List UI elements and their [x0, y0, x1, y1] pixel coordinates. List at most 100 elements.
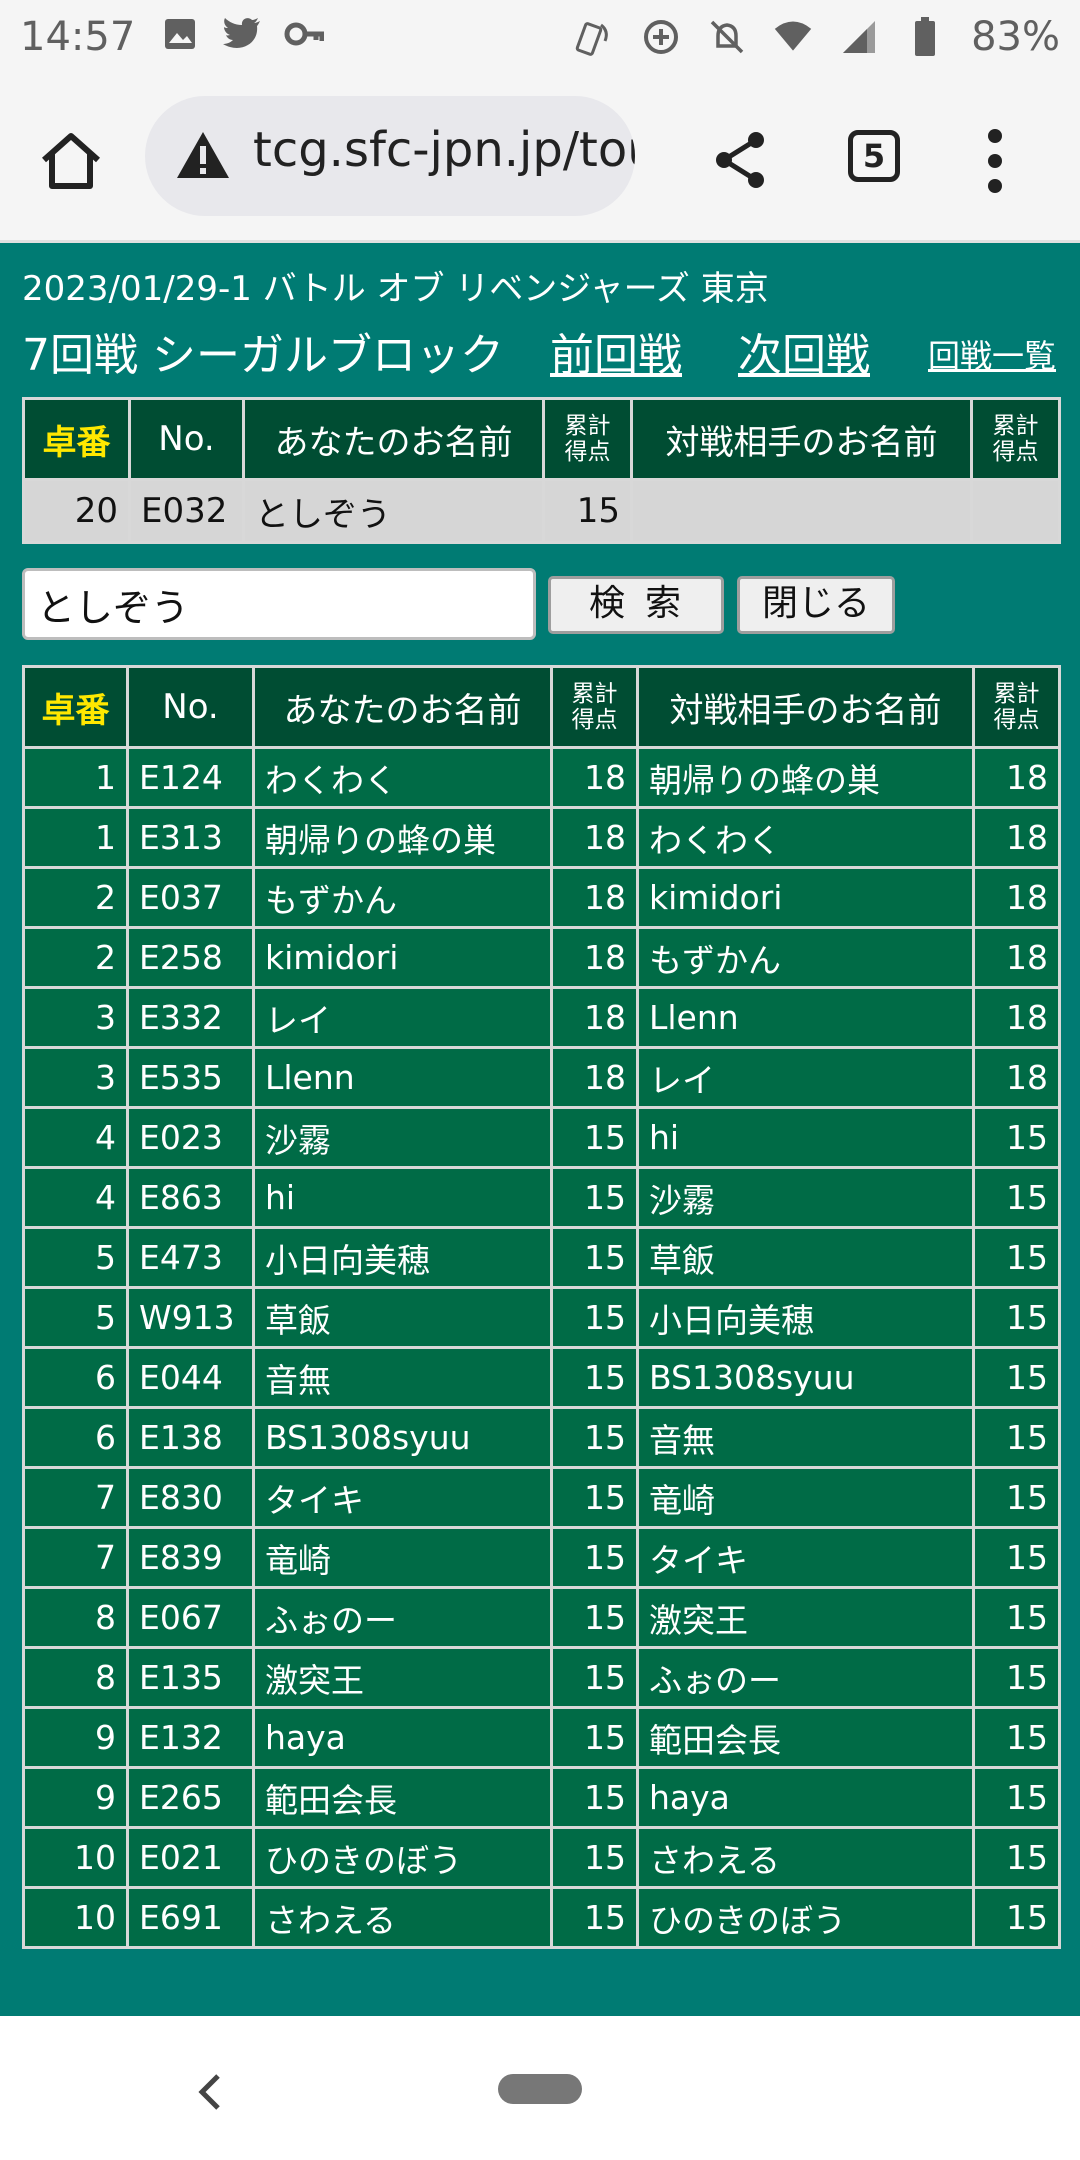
cell-no: E037	[126, 866, 255, 929]
cell-opp-score: 18	[972, 926, 1061, 989]
back-icon[interactable]	[196, 2072, 224, 2112]
cell-no: E863	[126, 1166, 255, 1229]
cell-score: 15	[550, 1706, 639, 1769]
cell-opp-name: ひのきのぼう	[636, 1886, 975, 1949]
url-text: tcg.sfc-jpn.jp/tou	[253, 122, 635, 178]
cell-opp-score: 15	[972, 1826, 1061, 1889]
search-button[interactable]: 検索	[548, 576, 724, 634]
cell-opp-name: 竜崎	[636, 1466, 975, 1529]
cell-no: E313	[126, 806, 255, 869]
cell-name: 草飯	[252, 1286, 553, 1349]
cell-name: 小日向美穂	[252, 1226, 553, 1289]
home-icon[interactable]	[36, 126, 106, 196]
cell-no: E258	[126, 926, 255, 989]
twitter-icon	[222, 14, 262, 54]
table-row: 7 E839 竜崎 15 タイキ 15	[22, 1526, 1061, 1589]
col-no: No.	[128, 397, 245, 481]
cell-opp-name: さわえる	[636, 1826, 975, 1889]
table-row: 2 E258 kimidori 18 もずかん 18	[22, 926, 1061, 989]
cell-seat: 1	[22, 746, 129, 809]
cell-seat: 4	[22, 1166, 129, 1229]
table-row: 10 E021 ひのきのぼう 15 さわえる 15	[22, 1826, 1061, 1889]
cell-opp-name: Llenn	[636, 986, 975, 1049]
address-bar[interactable]: tcg.sfc-jpn.jp/tou	[145, 96, 635, 216]
image-icon	[160, 14, 200, 54]
cell-seat: 3	[22, 1046, 129, 1109]
cell-opp-score: 15	[972, 1886, 1061, 1949]
cell-opp-name: タイキ	[636, 1526, 975, 1589]
cell-no: E473	[126, 1226, 255, 1289]
cell-name: 朝帰りの蜂の巣	[252, 806, 553, 869]
cell-opp-name: 激突王	[636, 1586, 975, 1649]
cell-no: E032	[128, 478, 245, 544]
table-row: 3 E535 Llenn 18 レイ 18	[22, 1046, 1061, 1109]
warning-icon[interactable]	[175, 130, 231, 180]
wifi-icon	[773, 17, 813, 57]
cell-seat: 1	[22, 806, 129, 869]
cell-score: 15	[550, 1826, 639, 1889]
cell-name: わくわく	[252, 746, 553, 809]
cell-opp-score: 15	[972, 1286, 1061, 1349]
cell-opp-score: 15	[972, 1106, 1061, 1169]
cell-opp-score: 15	[972, 1226, 1061, 1289]
cell-opp-score: 18	[972, 746, 1061, 809]
cell-name: 音無	[252, 1346, 553, 1409]
cell-score: 15	[550, 1586, 639, 1649]
cell-opp-score: 18	[972, 806, 1061, 869]
cell-seat: 10	[22, 1826, 129, 1889]
table-row: 5 W913 草飯 15 小日向美穂 15	[22, 1286, 1061, 1349]
cell-opp-name: hi	[636, 1106, 975, 1169]
cell-seat: 3	[22, 986, 129, 1049]
table-row: 1 E124 わくわく 18 朝帰りの蜂の巣 18	[22, 746, 1061, 809]
col-your-name: あなたのお名前	[252, 665, 553, 749]
cell-score: 15	[550, 1346, 639, 1409]
table-row: 2 E037 もずかん 18 kimidori 18	[22, 866, 1061, 929]
cell-opp-score: 15	[972, 1526, 1061, 1589]
cell-opp-score: 15	[972, 1406, 1061, 1469]
cell-score: 15	[550, 1766, 639, 1829]
col-score: 累計 得点	[550, 665, 639, 749]
cell-opp-name: レイ	[636, 1046, 975, 1109]
col-score: 累計 得点	[542, 397, 633, 481]
cell-opp-score: 15	[972, 1346, 1061, 1409]
table-row: 6 E138 BS1308syuu 15 音無 15	[22, 1406, 1061, 1469]
cell-score: 15	[542, 478, 633, 544]
cell-no: E135	[126, 1646, 255, 1709]
table-row: 8 E067 ふぉのー 15 激突王 15	[22, 1586, 1061, 1649]
cell-opp-name: BS1308syuu	[636, 1346, 975, 1409]
tab-switcher-button[interactable]: 5	[848, 130, 900, 182]
cell-seat: 4	[22, 1106, 129, 1169]
pairings-table: 卓番 No. あなたのお名前 累計 得点 対戦相手のお名前 累計 得点 1 E124 わ…	[22, 665, 1061, 1949]
cell-opp-score: 15	[972, 1586, 1061, 1649]
table-row: 1 E313 朝帰りの蜂の巣 18 わくわく 18	[22, 806, 1061, 869]
cell-name: 竜崎	[252, 1526, 553, 1589]
event-title: 2023/01/29-1 バトル オブ リベンジャーズ 東京	[22, 269, 769, 309]
cell-no: E044	[126, 1346, 255, 1409]
vpn-key-icon	[284, 14, 324, 54]
cell-no: E535	[126, 1046, 255, 1109]
cell-score: 15	[550, 1466, 639, 1529]
more-vert-icon[interactable]	[985, 128, 1005, 194]
cell-opp-name	[630, 478, 973, 544]
page-content: 2023/01/29-1 バトル オブ リベンジャーズ 東京 7回戦 シーガルブ…	[0, 243, 1080, 2016]
prev-round-link[interactable]: 前回戦	[550, 319, 682, 383]
cell-no: E067	[126, 1586, 255, 1649]
cell-no: E124	[126, 746, 255, 809]
cell-no: E265	[126, 1766, 255, 1829]
cell-seat: 20	[22, 478, 131, 544]
cell-seat: 9	[22, 1766, 129, 1829]
cell-name: hi	[252, 1166, 553, 1229]
my-row: 20 E032 としぞう 15	[22, 478, 1061, 544]
cell-score: 18	[550, 986, 639, 1049]
cell-opp-name: ふぉのー	[636, 1646, 975, 1709]
share-icon[interactable]	[712, 130, 768, 190]
nfc-icon	[575, 17, 615, 57]
close-button[interactable]: 閉じる	[737, 576, 895, 634]
search-input[interactable]	[22, 568, 536, 640]
round-list-link[interactable]: 回戦一覧	[928, 331, 1056, 377]
table-row: 4 E023 沙霧 15 hi 15	[22, 1106, 1061, 1169]
home-pill[interactable]	[498, 2074, 582, 2104]
next-round-link[interactable]: 次回戦	[738, 319, 870, 383]
cell-seat: 5	[22, 1286, 129, 1349]
cell-opp-score: 15	[972, 1706, 1061, 1769]
